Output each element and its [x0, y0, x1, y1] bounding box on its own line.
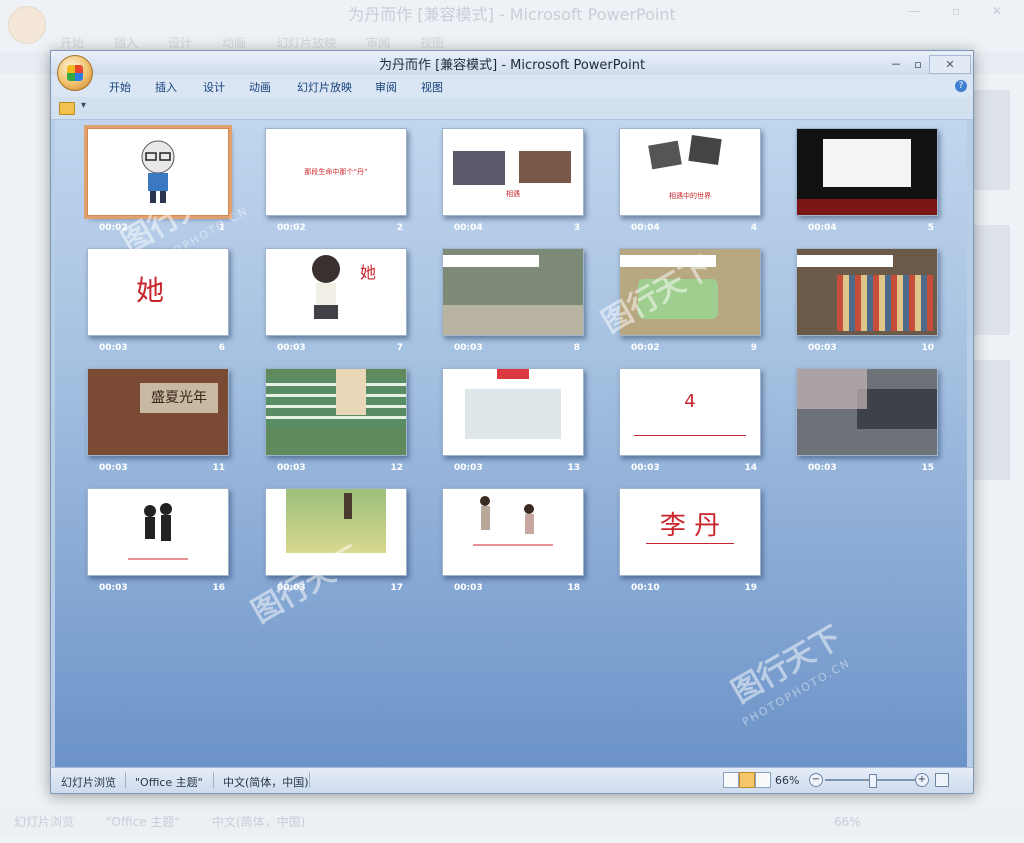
slide-thumbnail-15[interactable]	[796, 368, 938, 456]
background-thumb	[970, 360, 1010, 480]
slide-thumbnail-3[interactable]: 相遇	[442, 128, 584, 216]
girl-figure	[344, 493, 352, 519]
bookshelf	[837, 275, 933, 331]
title-bar: 为丹而作 [兼容模式] - Microsoft PowerPoint － ▫ ✕	[51, 51, 973, 75]
powerpoint-window: 为丹而作 [兼容模式] - Microsoft PowerPoint － ▫ ✕ 开…	[50, 50, 974, 794]
minimize-button[interactable]: －	[885, 56, 907, 73]
slide-thumbnail-7[interactable]: 她	[265, 248, 407, 336]
cinema-screen	[823, 139, 911, 187]
collage-photo	[688, 135, 722, 165]
window-controls: － ▫ ✕	[885, 53, 971, 74]
customize-toolbar-arrow-icon[interactable]: ▾	[81, 100, 86, 111]
background-status-bar: 幻灯片浏览 "Office 主题" 中文(简体，中国) 66%	[0, 808, 1024, 836]
help-icon[interactable]: ?	[955, 80, 967, 92]
tab-design[interactable]: 设计	[203, 79, 225, 95]
photo-couple-2	[519, 151, 571, 183]
red-tab	[497, 369, 529, 379]
maximize-button[interactable]: ▫	[907, 56, 929, 73]
slide-11-text: 盛夏光年	[140, 383, 218, 413]
red-rule	[634, 435, 746, 436]
slide-2-text: 那段生命中那个“丹”	[304, 168, 368, 176]
background-window-controls: — ▫ ✕	[908, 4, 1016, 18]
slide-thumbnail-13[interactable]	[442, 368, 584, 456]
background-title: 为丹而作 [兼容模式] - Microsoft PowerPoint	[348, 5, 676, 24]
slide-thumbnail-18[interactable]	[442, 488, 584, 576]
classroom-photo	[465, 389, 561, 439]
status-theme: "Office 主题"	[135, 776, 203, 789]
slide-thumbnail-16[interactable]	[87, 488, 229, 576]
slide-19-text: 李 丹	[659, 511, 721, 541]
red-rule	[646, 543, 734, 544]
walking-couple-image	[473, 496, 553, 546]
tab-insert[interactable]: 插入	[155, 79, 177, 95]
slide-sorter: 00:02 1 那段生命中那个“丹” 00:02 2 相遇 00:04 3 相遇中的世…	[55, 120, 967, 767]
title-bar-overlay	[797, 255, 893, 267]
zoom-in-icon[interactable]: +	[915, 773, 929, 787]
slide-thumbnail-5[interactable]	[796, 128, 938, 216]
open-folder-icon[interactable]	[59, 102, 75, 115]
slide-thumbnail-2[interactable]: 那段生命中那个“丹”	[265, 128, 407, 216]
tab-review[interactable]: 审阅	[375, 79, 397, 95]
slide-7-text: 她	[360, 263, 377, 282]
slide-sorter-view-icon[interactable]	[739, 772, 755, 788]
slide-6-text: 她	[136, 274, 165, 307]
classroom-desks	[443, 305, 583, 335]
fit-to-window-icon[interactable]	[935, 773, 949, 787]
cinema-seats	[797, 199, 937, 215]
slide-thumbnail-12[interactable]	[265, 368, 407, 456]
zoom-slider-thumb[interactable]	[869, 774, 877, 788]
quick-access-toolbar: ▾	[51, 97, 973, 120]
slide-thumbnail-4[interactable]: 相遇中的世界	[619, 128, 761, 216]
normal-view-icon[interactable]	[723, 772, 739, 788]
train	[857, 389, 937, 429]
photo-couple-1	[453, 151, 505, 185]
window-title: 为丹而作 [兼容模式] - Microsoft PowerPoint	[378, 58, 646, 73]
slide-14-text: 4	[684, 391, 696, 412]
close-button[interactable]: ✕	[929, 55, 971, 74]
anime-girl-image	[312, 255, 340, 319]
tab-view[interactable]: 视图	[421, 79, 443, 95]
zoom-out-icon[interactable]: −	[809, 773, 823, 787]
zoom-level[interactable]: 66%	[775, 774, 799, 787]
slide-thumbnail-14[interactable]: 4	[619, 368, 761, 456]
person-legs	[336, 369, 366, 415]
couple-silhouette-image	[128, 503, 188, 560]
cherry-blossoms	[797, 369, 867, 409]
slide-thumbnail-11[interactable]: 盛夏光年	[87, 368, 229, 456]
status-language[interactable]: 中文(简体，中国)	[223, 774, 309, 790]
tab-slideshow[interactable]: 幻灯片放映	[297, 79, 352, 95]
office-button[interactable]	[57, 55, 93, 91]
ribbon-tabs: 开始 插入 设计 动画 幻灯片放映 审阅 视图 ?	[51, 75, 973, 97]
slide-thumbnail-8[interactable]	[442, 248, 584, 336]
slide-thumbnail-19[interactable]: 李 丹	[619, 488, 761, 576]
background-thumb	[970, 90, 1010, 190]
status-bar: 幻灯片浏览 "Office 主题" 中文(简体，中国) 66% − +	[51, 767, 973, 793]
slide-4-text: 相遇中的世界	[669, 192, 711, 200]
tab-home[interactable]: 开始	[109, 79, 131, 95]
title-bar-overlay	[443, 255, 539, 267]
slideshow-view-icon[interactable]	[755, 772, 771, 788]
background-thumb	[970, 225, 1010, 335]
status-view-name: 幻灯片浏览	[61, 776, 116, 789]
slide-3-text: 相遇	[506, 190, 520, 198]
tab-animations[interactable]: 动画	[249, 79, 271, 95]
office-logo-icon	[67, 65, 83, 81]
collage-photo	[648, 140, 682, 170]
slide-thumbnail-10[interactable]	[796, 248, 938, 336]
